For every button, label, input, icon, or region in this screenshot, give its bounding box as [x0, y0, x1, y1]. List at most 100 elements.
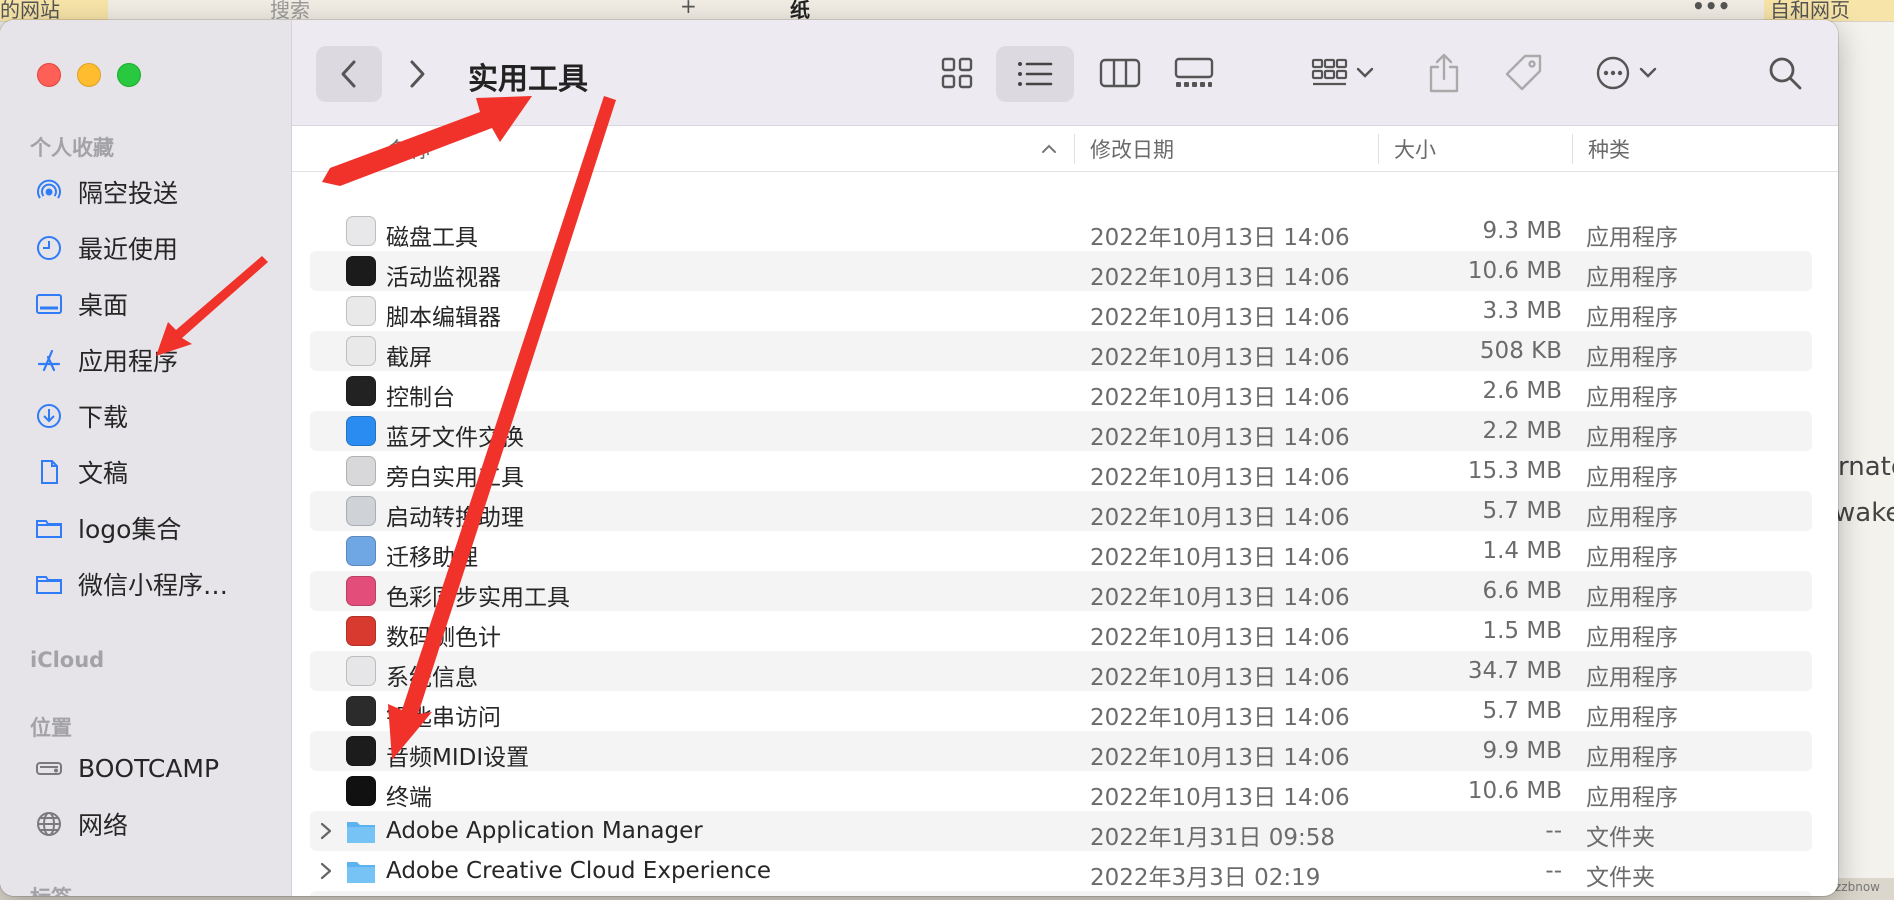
- file-row[interactable]: 活动监视器 2022年10月13日 14:06 10.6 MB 应用程序: [310, 251, 1812, 291]
- file-kind: 应用程序: [1586, 505, 1678, 531]
- column-divider[interactable]: [1378, 134, 1379, 164]
- file-size: 15.3 MB: [1467, 458, 1562, 484]
- more-actions-button[interactable]: [1586, 50, 1666, 96]
- file-row[interactable]: 启动转换助理 2022年10月13日 14:06 5.7 MB 应用程序: [310, 491, 1812, 531]
- folder-row[interactable]: Adobe Application Manager 2022年1月31日 09:5…: [310, 811, 1812, 851]
- file-kind: 应用程序: [1586, 665, 1678, 691]
- file-row[interactable]: 磁盘工具 2022年10月13日 14:06 9.3 MB 应用程序: [310, 211, 1812, 251]
- sidebar-item-wechat-folder[interactable]: 微信小程序…: [34, 562, 286, 606]
- airdrop-icon: [34, 177, 64, 207]
- voiceover-icon: [346, 456, 376, 486]
- document-icon: [34, 457, 64, 487]
- column-size[interactable]: 大小: [1394, 126, 1436, 172]
- column-kind[interactable]: 种类: [1588, 126, 1630, 172]
- file-row[interactable]: 终端 2022年10月13日 14:06 10.6 MB 应用程序: [310, 771, 1812, 811]
- sidebar-heading-tags: 标签: [30, 882, 72, 896]
- gallery-view-button[interactable]: [1164, 50, 1224, 96]
- sidebar-item-recents[interactable]: 最近使用: [34, 226, 286, 270]
- sidebar-item-label: 最近使用: [78, 235, 179, 264]
- folder-row[interactable]: Adobe Installers2022年3月3日 02:23--文件夹: [310, 891, 1812, 896]
- file-row[interactable]: 控制台 2022年10月13日 14:06 2.6 MB 应用程序: [310, 371, 1812, 411]
- background-more-text: •••: [1692, 0, 1731, 18]
- file-kind: 应用程序: [1586, 745, 1678, 771]
- file-size: --: [1545, 818, 1562, 844]
- file-kind: 应用程序: [1586, 225, 1678, 251]
- sidebar-heading-icloud: iCloud: [30, 648, 105, 672]
- minimize-window-button[interactable]: [77, 63, 101, 87]
- column-date[interactable]: 修改日期: [1090, 126, 1174, 172]
- sidebar-item-label: 下载: [78, 403, 129, 432]
- zoom-window-button[interactable]: [117, 63, 141, 87]
- sidebar-item-airdrop[interactable]: 隔空投送: [34, 170, 286, 214]
- column-name[interactable]: 名称: [388, 126, 430, 172]
- column-divider[interactable]: [1074, 134, 1075, 164]
- tag-button[interactable]: [1498, 48, 1548, 98]
- file-row[interactable]: 蓝牙文件交换 2022年10月13日 14:06 2.2 MB 应用程序: [310, 411, 1812, 451]
- network-icon: [34, 809, 64, 839]
- sidebar-item-network[interactable]: 网络: [34, 802, 286, 846]
- file-row[interactable]: 迁移助理 2022年10月13日 14:06 1.4 MB 应用程序: [310, 531, 1812, 571]
- file-kind: 应用程序: [1586, 545, 1678, 571]
- sidebar-item-documents[interactable]: 文稿: [34, 450, 286, 494]
- background-text: rnate: [1838, 452, 1894, 482]
- file-row[interactable]: 系统信息 2022年10月13日 14:06 34.7 MB 应用程序: [310, 651, 1812, 691]
- file-size: 508 KB: [1479, 338, 1562, 364]
- list-view-button[interactable]: [996, 46, 1074, 102]
- column-divider[interactable]: [1572, 134, 1573, 164]
- file-size: 2.6 MB: [1482, 378, 1562, 404]
- file-row[interactable]: 截屏 2022年10月13日 14:06 508 KB 应用程序: [310, 331, 1812, 371]
- sidebar-item-logo-folder[interactable]: logo集合: [34, 506, 286, 550]
- group-button[interactable]: [1304, 50, 1382, 96]
- forward-button[interactable]: [392, 46, 442, 102]
- file-size: 5.7 MB: [1482, 698, 1562, 724]
- file-size: 1.5 MB: [1482, 618, 1562, 644]
- file-row[interactable]: 数码测色计 2022年10月13日 14:06 1.5 MB 应用程序: [310, 611, 1812, 651]
- file-name: 数码测色计: [386, 625, 501, 651]
- disk-utility-icon: [346, 216, 376, 246]
- sidebar-item-label: 桌面: [78, 291, 129, 320]
- share-button[interactable]: [1420, 48, 1468, 98]
- file-size: 1.4 MB: [1482, 538, 1562, 564]
- disclosure-triangle-icon[interactable]: [316, 819, 336, 843]
- file-row[interactable]: 脚本编辑器 2022年10月13日 14:06 3.3 MB 应用程序: [310, 291, 1812, 331]
- file-list: 磁盘工具 2022年10月13日 14:06 9.3 MB 应用程序 活动监视器 2022…: [292, 173, 1838, 896]
- disclosure-triangle-icon[interactable]: [316, 859, 336, 883]
- file-row[interactable]: 音频MIDI设置 2022年10月13日 14:06 9.9 MB 应用程序: [310, 731, 1812, 771]
- file-name: 旁白实用工具: [386, 465, 524, 491]
- sidebar-item-downloads[interactable]: 下载: [34, 394, 286, 438]
- file-name: 钥匙串访问: [386, 705, 501, 731]
- file-size: 9.3 MB: [1482, 218, 1562, 244]
- file-kind: 应用程序: [1586, 305, 1678, 331]
- back-button[interactable]: [316, 46, 382, 102]
- file-row[interactable]: 色彩同步实用工具 2022年10月13日 14:06 6.6 MB 应用程序: [310, 571, 1812, 611]
- icon-view-button[interactable]: [932, 50, 982, 96]
- system-information-icon: [346, 656, 376, 686]
- sidebar-item-bootcamp[interactable]: BOOTCAMP: [34, 746, 286, 790]
- background-browser-bar: 的网站 搜索 + 纸 ••• 自和网页: [0, 0, 1894, 22]
- clock-icon: [34, 233, 64, 263]
- background-page: rnate wake: [1830, 22, 1894, 900]
- sidebar-item-applications[interactable]: 应用程序: [34, 338, 286, 382]
- close-window-button[interactable]: [37, 63, 61, 87]
- file-kind: 文件夹: [1586, 865, 1655, 891]
- folder-icon: [34, 569, 64, 599]
- sidebar: 个人收藏 隔空投送 最近使用 桌面 应用程序 下载 文稿 logo集合 微信小程…: [0, 20, 292, 896]
- sidebar-item-label: 应用程序: [78, 347, 179, 376]
- file-kind: 应用程序: [1586, 345, 1678, 371]
- background-plus-text: +: [680, 0, 697, 18]
- file-name: 系统信息: [386, 665, 478, 691]
- background-text: wake: [1834, 498, 1894, 528]
- sidebar-item-desktop[interactable]: 桌面: [34, 282, 286, 326]
- folder-icon: [346, 856, 376, 886]
- file-date: 2022年3月3日 02:19: [1090, 865, 1321, 891]
- console-icon: [346, 376, 376, 406]
- file-row[interactable]: 旁白实用工具 2022年10月13日 14:06 15.3 MB 应用程序: [310, 451, 1812, 491]
- file-kind: 应用程序: [1586, 585, 1678, 611]
- file-name: 迁移助理: [386, 545, 478, 571]
- sort-ascending-icon[interactable]: [1040, 140, 1058, 158]
- file-row[interactable]: 钥匙串访问 2022年10月13日 14:06 5.7 MB 应用程序: [310, 691, 1812, 731]
- column-view-button[interactable]: [1092, 50, 1148, 96]
- search-button[interactable]: [1760, 50, 1810, 96]
- folder-row[interactable]: Adobe Creative Cloud Experience 2022年3月3日…: [310, 851, 1812, 891]
- migration-assistant-icon: [346, 536, 376, 566]
